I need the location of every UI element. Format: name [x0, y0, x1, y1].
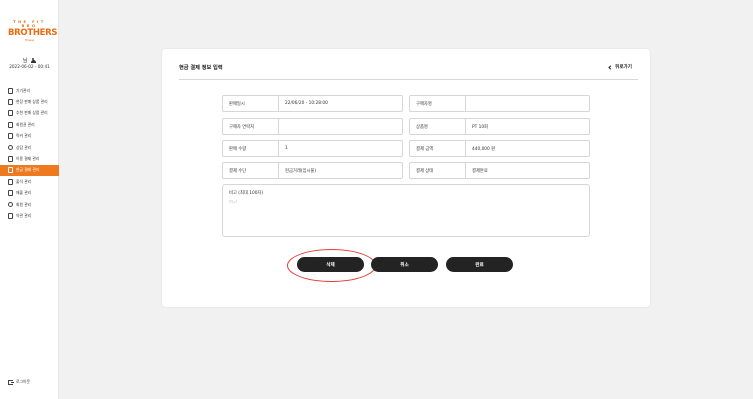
buyer-contact-field: 구매자 연락처	[222, 118, 403, 135]
sidebar-item-members[interactable]: 회원 관리	[0, 199, 59, 210]
sale-quantity-field: 판매 수량 1	[222, 140, 403, 157]
sale-datetime-field: 판매일시 22/06/20 - 10:28:00	[222, 95, 403, 112]
sidebar-item-label: 현장 판매 상품 관리	[16, 99, 48, 105]
memo-field: 비고 (최대 100자)	[222, 184, 590, 237]
sidebar-item-label: 회원권 관리	[16, 121, 35, 127]
sidebar-item-onsite-products[interactable]: 현장 판매 상품 관리	[0, 96, 59, 107]
buyer-name-value[interactable]	[466, 96, 589, 111]
user-icon	[30, 57, 36, 64]
box-icon	[8, 110, 13, 117]
buyer-name-field: 구매자명	[409, 95, 590, 112]
sale-quantity-value[interactable]: 1	[279, 141, 402, 156]
store-icon	[8, 99, 13, 106]
payment-status-value[interactable]: 결제완료	[466, 163, 589, 178]
card-icon	[8, 156, 13, 163]
sidebar-item-label: 추천 판매 상품 관리	[16, 110, 48, 116]
memo-label: 비고 (최대 100자)	[229, 191, 264, 196]
back-label: 뒤로가기	[615, 65, 632, 70]
field-label: 상품명	[410, 119, 466, 134]
memo-input[interactable]	[229, 200, 583, 205]
sidebar-nav: 기기관리 현장 판매 상품 관리 추천 판매 상품 관리 회원권 관리 락커 관…	[0, 85, 59, 222]
sidebar-item-label: 기기관리	[16, 87, 30, 93]
sidebar-item-cash-payment[interactable]: 현금 결제 관리	[0, 164, 59, 177]
delete-button[interactable]: 삭제	[297, 257, 364, 272]
product-name-field: 상품명 PT 10회	[409, 118, 590, 135]
sidebar-item-locker[interactable]: 락커 관리	[0, 131, 59, 142]
logout-label: 로그아웃	[16, 379, 30, 384]
field-label: 결제 금액	[410, 141, 466, 156]
logout-button[interactable]: 로그아웃	[8, 379, 30, 385]
cash-icon	[8, 167, 13, 174]
sidebar-item-label: 출석 관리	[16, 178, 32, 184]
page-title: 현금 결제 정보 입력	[179, 65, 223, 71]
field-label: 판매 수량	[223, 141, 279, 156]
title-divider	[179, 79, 638, 80]
sidebar-item-label: 매출 관리	[16, 190, 32, 196]
logo-sub-text: fitness	[24, 38, 35, 42]
gear-icon	[8, 202, 13, 208]
field-label: 판매일시	[223, 96, 279, 111]
field-label: 결제 상태	[410, 163, 466, 178]
sidebar-item-label: 상담 관리	[16, 144, 32, 150]
field-label: 결제 수단	[223, 163, 279, 178]
product-name-value[interactable]: PT 10회	[466, 119, 589, 134]
payment-method-value[interactable]: 현금거래(임시불)	[279, 163, 402, 178]
device-icon	[8, 87, 13, 94]
check-icon	[8, 178, 13, 185]
sidebar-item-terms[interactable]: 약관 관리	[0, 210, 59, 221]
sidebar-item-attendance[interactable]: 출석 관리	[0, 176, 59, 187]
logo-main-text: BROTHERS	[8, 28, 58, 38]
payment-amount-field: 결제 금액 440,000 원	[409, 140, 590, 157]
payment-method-field: 결제 수단 현금거래(임시불)	[222, 162, 403, 179]
field-label: 구매자 연락처	[223, 119, 279, 134]
logout-icon	[8, 379, 14, 385]
sidebar-item-consultation[interactable]: 상담 관리	[0, 142, 59, 153]
chevron-left-icon	[608, 64, 613, 70]
sidebar-item-recommended-products[interactable]: 추천 판매 상품 관리	[0, 108, 59, 119]
cancel-button[interactable]: 취소	[371, 257, 438, 272]
sidebar-item-label: 약관 관리	[16, 212, 32, 218]
chart-icon	[8, 190, 13, 197]
logo-top-text: THE FIT BRO	[13, 20, 46, 28]
ticket-icon	[8, 121, 13, 128]
sidebar-item-label: 이용 결제 관리	[16, 156, 40, 162]
sidebar: THE FIT BRO BROTHERS fitness 님 2022-06-0…	[0, 0, 59, 399]
payment-amount-value[interactable]: 440,000 원	[466, 141, 589, 156]
current-datetime: 2022-06-02 - 00:41	[9, 64, 50, 69]
buyer-contact-value[interactable]	[279, 119, 402, 134]
field-label: 구매자명	[410, 96, 466, 111]
user-name: 님	[22, 58, 28, 64]
sidebar-item-sales[interactable]: 매출 관리	[0, 188, 59, 199]
payment-status-field: 결제 상태 결제완료	[409, 162, 590, 179]
locker-icon	[8, 133, 13, 140]
back-button[interactable]: 뒤로가기	[608, 64, 632, 70]
sidebar-item-device[interactable]: 기기관리	[0, 85, 59, 96]
document-icon	[8, 212, 13, 219]
sale-datetime-value[interactable]: 22/06/20 - 10:28:00	[279, 96, 402, 111]
sidebar-item-label: 락커 관리	[16, 133, 32, 139]
person-icon	[8, 145, 13, 151]
done-button[interactable]: 완료	[446, 257, 513, 272]
sidebar-item-label: 현금 결제 관리	[16, 167, 40, 173]
sidebar-item-usage-payment[interactable]: 이용 결제 관리	[0, 153, 59, 164]
sidebar-item-label: 회원 관리	[16, 201, 32, 207]
sidebar-item-membership[interactable]: 회원권 관리	[0, 119, 59, 130]
brand-logo[interactable]: THE FIT BRO BROTHERS fitness	[8, 20, 58, 42]
